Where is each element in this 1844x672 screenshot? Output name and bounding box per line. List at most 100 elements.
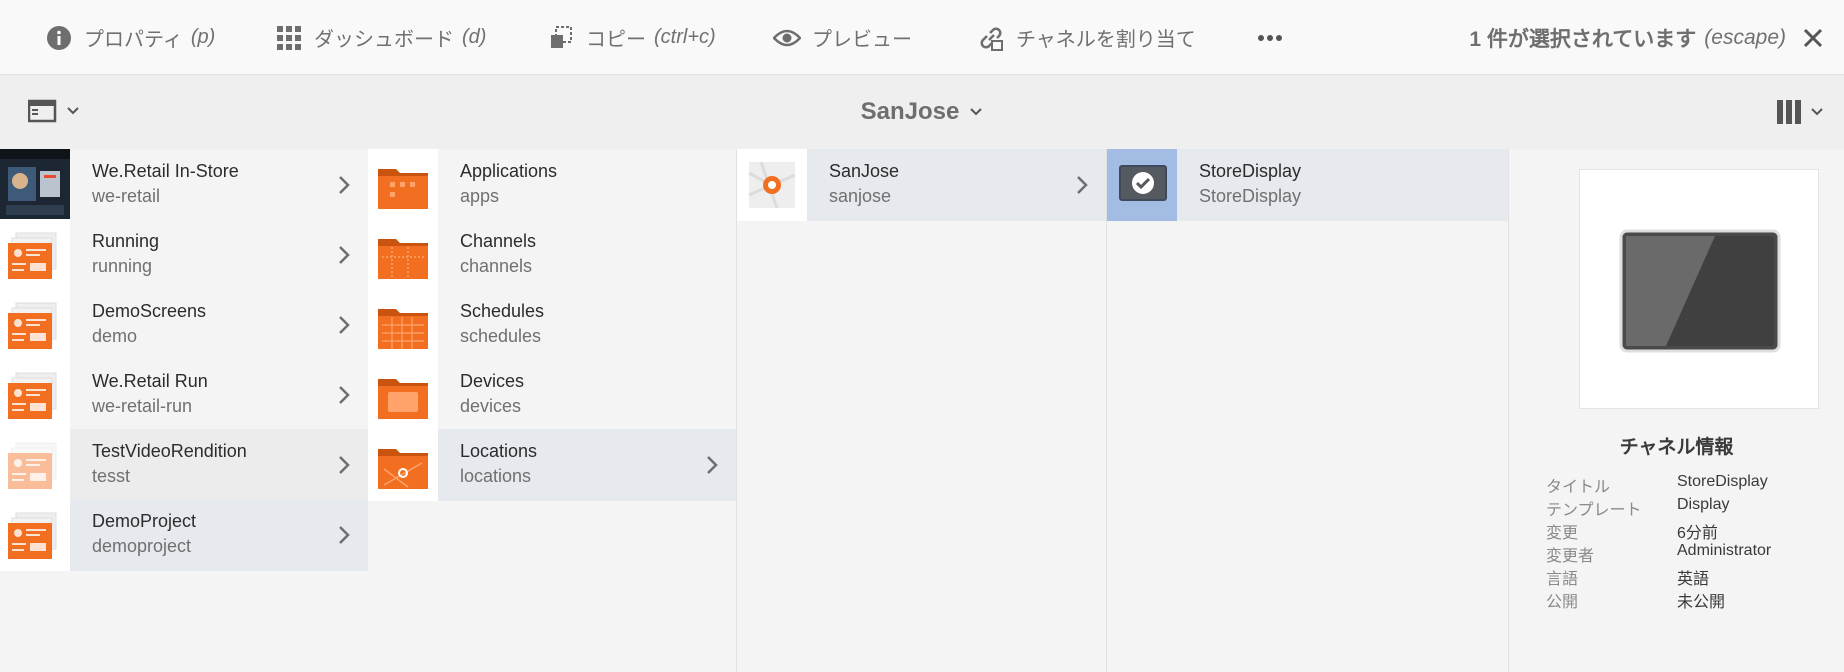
selection-count-text: 1 件が選択されています: [1469, 27, 1697, 51]
chevron-right-icon[interactable]: [1076, 175, 1088, 200]
column-item[interactable]: DemoProject demoproject: [0, 499, 368, 571]
item-thumbnail[interactable]: [368, 359, 438, 431]
item-thumbnail[interactable]: [368, 149, 438, 221]
rail-toggle-button[interactable]: [28, 99, 80, 123]
preview-button[interactable]: プレビュー: [772, 0, 912, 75]
item-title: Applications: [460, 161, 558, 181]
more-button[interactable]: [1255, 0, 1295, 75]
item-name: demo: [92, 326, 138, 346]
column-item[interactable]: Schedules schedules: [368, 289, 736, 361]
item-title: StoreDisplay: [1199, 161, 1302, 181]
item-body: DemoProject demoproject: [70, 499, 368, 571]
item-thumbnail[interactable]: [0, 429, 70, 501]
chevron-right-icon[interactable]: [338, 455, 350, 480]
chevron-right-icon[interactable]: [338, 385, 350, 410]
metadata-value: Administrator: [1677, 542, 1772, 559]
item-body: SanJose sanjose: [807, 149, 1106, 221]
item-body: DemoScreens demo: [70, 289, 368, 361]
column-item[interactable]: Devices devices: [368, 359, 736, 431]
item-body: Running running: [70, 219, 368, 291]
chevron-right-icon[interactable]: [338, 175, 350, 200]
column-item[interactable]: Locations locations: [368, 429, 736, 501]
item-name: sanjose: [829, 186, 892, 206]
view-switcher-button[interactable]: [1776, 99, 1824, 125]
chevron-down-icon: [67, 107, 79, 115]
copy-icon: [546, 23, 576, 53]
item-body: We.Retail In-Store we-retail: [70, 149, 368, 221]
selection-status: 1 件が選択されています (escape): [1469, 0, 1844, 75]
breadcrumb-bar: SanJose: [0, 75, 1844, 149]
item-body: Locations locations: [438, 429, 736, 501]
breadcrumb: SanJose: [0, 75, 1844, 149]
column-item[interactable]: TestVideoRendition tesst: [0, 429, 368, 501]
item-title: DemoProject: [92, 511, 197, 531]
item-title: Channels: [460, 231, 537, 251]
chevron-right-icon[interactable]: [338, 525, 350, 550]
metadata-value: Display: [1677, 496, 1730, 513]
copy-shortcut: (ctrl+c): [654, 26, 716, 48]
item-thumbnail[interactable]: [0, 289, 70, 361]
info-icon: [44, 23, 74, 53]
column-item[interactable]: StoreDisplay StoreDisplay: [1107, 149, 1508, 221]
item-thumbnail[interactable]: [0, 499, 70, 571]
close-selection-button[interactable]: [1798, 23, 1828, 53]
item-thumbnail[interactable]: [0, 359, 70, 431]
chevron-right-icon[interactable]: [706, 455, 718, 480]
item-body: TestVideoRendition tesst: [70, 429, 368, 501]
properties-shortcut: (p): [190, 26, 216, 48]
display-device-icon: [1619, 229, 1781, 353]
eye-icon: [772, 23, 802, 53]
column-item[interactable]: Running running: [0, 219, 368, 291]
column-item[interactable]: We.Retail Run we-retail-run: [0, 359, 368, 431]
grid-icon: [274, 23, 304, 53]
item-body: We.Retail Run we-retail-run: [70, 359, 368, 431]
item-title: We.Retail In-Store: [92, 161, 239, 181]
metadata-value: 6分前: [1677, 525, 1718, 542]
chevron-down-icon: [1811, 108, 1823, 116]
item-name: tesst: [92, 466, 131, 486]
column-item[interactable]: Channels channels: [368, 219, 736, 291]
item-title: Locations: [460, 441, 538, 461]
metadata-key: タイトル: [1546, 479, 1611, 496]
item-thumbnail[interactable]: [737, 149, 807, 221]
column-item[interactable]: DemoScreens demo: [0, 289, 368, 361]
item-thumbnail[interactable]: [0, 149, 70, 221]
item-thumbnail[interactable]: [1107, 149, 1177, 221]
column-item[interactable]: We.Retail In-Store we-retail: [0, 149, 368, 221]
item-thumbnail[interactable]: [368, 429, 438, 501]
dashboard-shortcut: (d): [462, 26, 487, 48]
column-item[interactable]: SanJose sanjose: [737, 149, 1106, 221]
close-icon: [1803, 28, 1823, 47]
dashboard-button[interactable]: ダッシュボード (d): [274, 0, 486, 75]
assign-channel-button[interactable]: チャネルを割り当て: [976, 0, 1196, 75]
item-title: Devices: [460, 371, 525, 391]
item-thumbnail[interactable]: [368, 219, 438, 291]
column-3: SanJose sanjose: [737, 149, 1107, 672]
properties-button[interactable]: プロパティ (p): [44, 0, 215, 75]
detail-title: チャネル情報: [1619, 437, 1734, 458]
column-2: Applications apps Channels channels Sche…: [368, 149, 737, 672]
column-item[interactable]: Applications apps: [368, 149, 736, 221]
chevron-right-icon[interactable]: [338, 315, 350, 340]
selection-shortcut: (escape): [1704, 25, 1786, 49]
item-thumbnail[interactable]: [0, 219, 70, 291]
dashboard-label: ダッシュボード: [314, 29, 454, 51]
item-title: Schedules: [460, 301, 545, 321]
metadata-key: 変更者: [1546, 548, 1595, 565]
item-title: SanJose: [829, 161, 900, 181]
chevron-right-icon[interactable]: [338, 245, 350, 270]
item-title: We.Retail Run: [92, 371, 208, 391]
item-body: Channels channels: [438, 219, 736, 291]
link-icon: [976, 23, 1006, 53]
item-name: devices: [460, 396, 522, 416]
item-title: DemoScreens: [92, 301, 207, 321]
item-title: TestVideoRendition: [92, 441, 247, 461]
column-4: StoreDisplay StoreDisplay: [1107, 149, 1509, 672]
breadcrumb-chevron-down-icon[interactable]: [969, 107, 983, 117]
item-name: StoreDisplay: [1199, 186, 1302, 206]
breadcrumb-title[interactable]: SanJose: [861, 98, 960, 126]
item-name: channels: [460, 256, 533, 276]
preview-label: プレビュー: [812, 29, 912, 51]
copy-button[interactable]: コピー (ctrl+c): [546, 0, 716, 75]
item-thumbnail[interactable]: [368, 289, 438, 361]
